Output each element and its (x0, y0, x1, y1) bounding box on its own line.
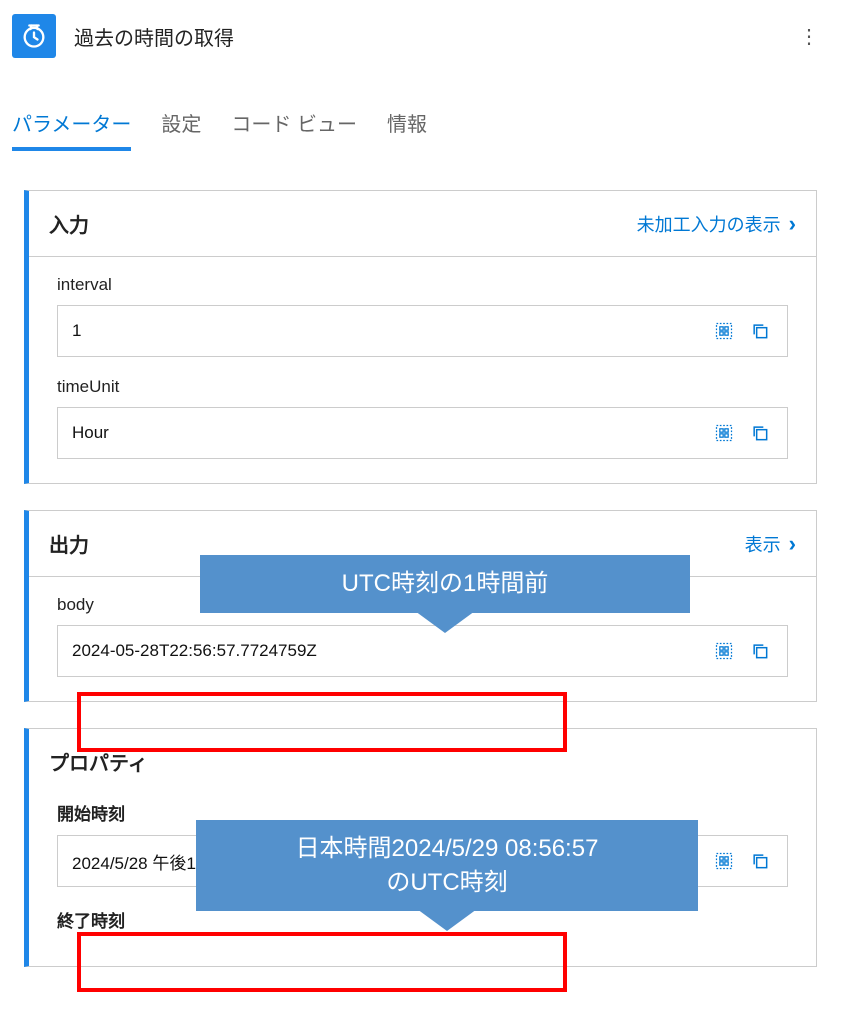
field-label: timeUnit (57, 377, 788, 397)
card-body: interval 1 timeUnit Hour (29, 257, 816, 483)
field-row-body: 2024-05-28T22:56:57.7724759Z (57, 625, 788, 677)
select-button[interactable] (711, 318, 737, 344)
annotation-callout-2: 日本時間2024/5/29 08:56:57 のUTC時刻 (196, 820, 698, 911)
tab-parameters[interactable]: パラメーター (12, 108, 131, 151)
show-raw-output-link[interactable]: 表示 › (745, 531, 796, 557)
select-button[interactable] (711, 638, 737, 664)
card-title: 出力 (49, 529, 89, 558)
copy-button[interactable] (747, 848, 773, 874)
annotation-callout-1: UTC時刻の1時間前 (200, 555, 690, 613)
raw-link-label: 未加工入力の表示 (637, 211, 781, 237)
card-input: 入力 未加工入力の表示 › interval 1 timeUnit Hour (24, 190, 817, 484)
tab-info[interactable]: 情報 (387, 108, 427, 151)
annotation-text: 日本時間2024/5/29 08:56:57 のUTC時刻 (296, 835, 599, 896)
copy-button[interactable] (747, 420, 773, 446)
field-row-interval: 1 (57, 305, 788, 357)
field-value: 2024-05-28T22:56:57.7724759Z (72, 641, 701, 661)
field-row-timeunit: Hour (57, 407, 788, 459)
tab-settings[interactable]: 設定 (161, 108, 201, 151)
card-title: プロパティ (49, 747, 148, 776)
annotation-text: UTC時刻の1時間前 (342, 570, 549, 597)
field-value: Hour (72, 423, 701, 443)
card-header: 入力 未加工入力の表示 › (29, 191, 816, 257)
tab-codeview[interactable]: コード ビュー (231, 108, 357, 151)
field-value: 1 (72, 321, 701, 341)
clock-icon (12, 14, 56, 58)
raw-link-label: 表示 (745, 531, 781, 557)
card-header: プロパティ (29, 729, 816, 794)
tab-bar: パラメーター 設定 コード ビュー 情報 (0, 72, 841, 152)
select-button[interactable] (711, 420, 737, 446)
field-label: interval (57, 275, 788, 295)
panel-title: 過去の時間の取得 (74, 22, 234, 51)
select-button[interactable] (711, 848, 737, 874)
panel-header: 過去の時間の取得 ⋮ (0, 0, 841, 72)
copy-button[interactable] (747, 318, 773, 344)
card-title: 入力 (49, 209, 89, 238)
copy-button[interactable] (747, 638, 773, 664)
show-raw-input-link[interactable]: 未加工入力の表示 › (637, 211, 796, 237)
chevron-right-icon: › (789, 531, 796, 557)
more-menu-button[interactable]: ⋮ (795, 22, 823, 50)
chevron-right-icon: › (789, 211, 796, 237)
